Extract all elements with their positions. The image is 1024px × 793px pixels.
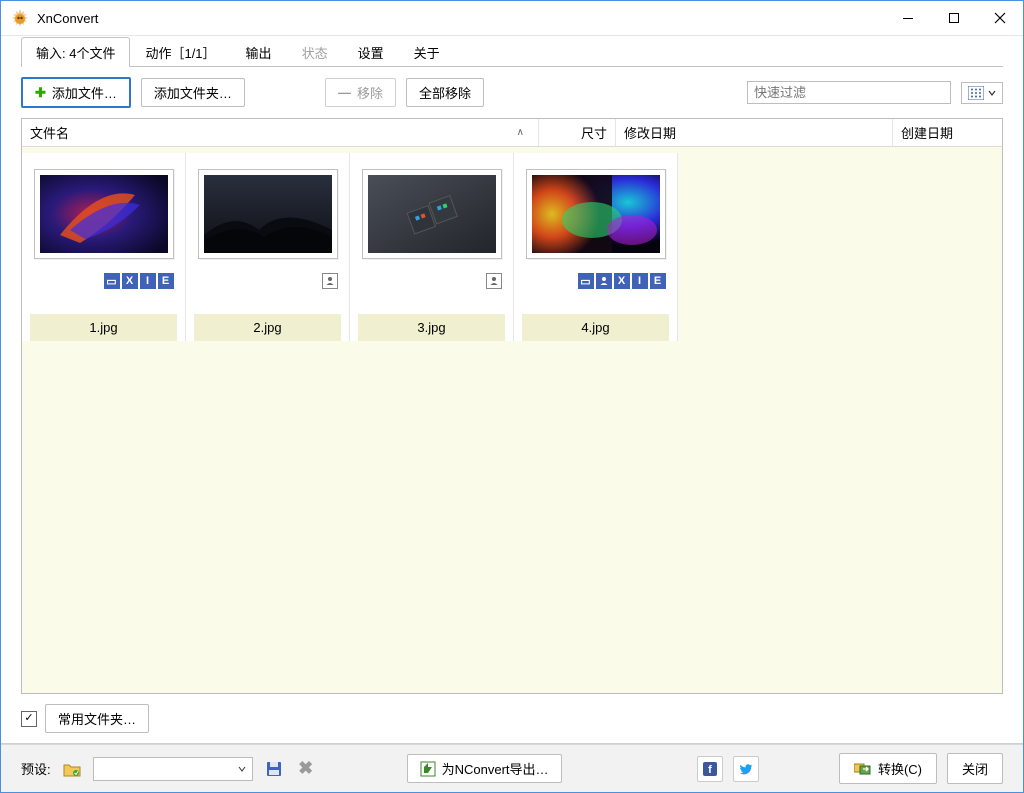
app-icon [11, 9, 29, 27]
tab-settings[interactable]: 设置 [343, 37, 399, 67]
badge-x-icon: X [122, 273, 138, 289]
toolbar: ✚ 添加文件… 添加文件夹… — 移除 全部移除 [1, 67, 1023, 118]
tab-input[interactable]: 输入: 4个文件 [21, 37, 130, 67]
tab-about[interactable]: 关于 [399, 37, 455, 67]
column-created-label: 创建日期 [901, 123, 953, 142]
view-mode-button[interactable] [961, 82, 1003, 104]
svg-text:f: f [708, 764, 712, 776]
app-window: XnConvert 输入: 4个文件 动作［1/1］ 输出 状态 设置 关于 ✚… [0, 0, 1024, 793]
window-controls [885, 1, 1023, 35]
close-app-button[interactable]: 关闭 [947, 753, 1003, 784]
facebook-icon[interactable]: f [697, 756, 723, 782]
export-nconvert-label: 为NConvert导出… [442, 759, 549, 778]
close-label: 关闭 [962, 759, 988, 778]
thumb-card[interactable]: 2.jpg [186, 153, 350, 341]
column-modified-label: 修改日期 [624, 123, 676, 142]
remove-all-label: 全部移除 [419, 83, 471, 102]
remove-label: 移除 [357, 83, 383, 102]
open-preset-icon[interactable] [61, 758, 83, 780]
thumbnail-image [40, 175, 168, 253]
column-created[interactable]: 创建日期 [893, 119, 1002, 146]
badge-i-icon: I [140, 273, 156, 289]
thumbnail-image [368, 175, 496, 253]
badge-minus-icon: ▭ [104, 273, 120, 289]
minimize-button[interactable] [885, 1, 931, 35]
export-icon [420, 761, 436, 777]
add-folder-label: 添加文件夹… [154, 83, 232, 102]
add-files-label: 添加文件… [52, 83, 117, 102]
column-size-label: 尺寸 [581, 123, 607, 142]
convert-label: 转换(C) [878, 759, 922, 778]
tab-actions[interactable]: 动作［1/1］ [130, 37, 230, 67]
thumb-card[interactable]: ▭ X I E 4.jpg [514, 153, 678, 341]
app-title: XnConvert [37, 11, 98, 26]
preset-label: 预设: [21, 759, 51, 778]
thumbs-area[interactable]: ▭ X I E 1.jpg [22, 147, 1002, 693]
preset-select[interactable] [93, 757, 253, 781]
column-filename-label: 文件名 [30, 123, 69, 142]
columns-header: 文件名 ∧ 尺寸 修改日期 创建日期 [22, 119, 1002, 147]
titlebar: XnConvert [1, 1, 1023, 36]
thumb-label: 1.jpg [30, 314, 177, 341]
badge-row: ▭ X I E [526, 273, 666, 289]
badge-row: ▭ X I E [34, 273, 174, 289]
hot-folders-label: 常用文件夹… [58, 709, 136, 728]
thumb-label: 3.jpg [358, 314, 505, 341]
chevron-down-icon [988, 86, 996, 100]
plus-icon: ✚ [35, 85, 46, 101]
thumb-frame [34, 169, 174, 259]
badge-person-icon [322, 273, 338, 289]
thumb-frame [526, 169, 666, 259]
thumb-frame [362, 169, 502, 259]
thumb-card[interactable]: ▭ X I E 1.jpg [22, 153, 186, 341]
tab-status[interactable]: 状态 [287, 37, 343, 67]
quick-filter-input[interactable] [747, 81, 951, 104]
chevron-down-icon [238, 765, 246, 773]
convert-button[interactable]: 转换(C) [839, 753, 937, 784]
save-preset-icon[interactable] [263, 758, 285, 780]
badge-e-icon: E [158, 273, 174, 289]
tab-bar: 输入: 4个文件 动作［1/1］ 输出 状态 设置 关于 [1, 36, 1023, 66]
minus-icon: — [338, 85, 351, 100]
badge-i-icon: I [632, 273, 648, 289]
column-modified[interactable]: 修改日期 [616, 119, 893, 146]
remove-button[interactable]: — 移除 [325, 78, 396, 107]
badge-row [198, 273, 338, 289]
add-files-button[interactable]: ✚ 添加文件… [21, 77, 131, 108]
export-nconvert-button[interactable]: 为NConvert导出… [407, 754, 562, 783]
badge-row [362, 273, 502, 289]
bottom-bar: 预设: ✖ 为NConvert导出… [1, 744, 1023, 792]
hot-folders-checkbox[interactable]: ✓ [21, 711, 37, 727]
grid-icon [968, 86, 984, 100]
badge-x-icon: X [614, 273, 630, 289]
column-filename[interactable]: 文件名 ∧ [22, 119, 539, 146]
add-folder-button[interactable]: 添加文件夹… [141, 78, 245, 107]
badge-person-icon [596, 273, 612, 289]
thumb-label: 2.jpg [194, 314, 341, 341]
hot-folders-row: ✓ 常用文件夹… [1, 694, 1023, 743]
thumbnail-image [532, 175, 660, 253]
column-size[interactable]: 尺寸 [539, 119, 616, 146]
hot-folders-button[interactable]: 常用文件夹… [45, 704, 149, 733]
badge-person-icon [486, 273, 502, 289]
badge-minus-icon: ▭ [578, 273, 594, 289]
sort-indicator-icon: ∧ [517, 127, 524, 138]
thumb-card[interactable]: 3.jpg [350, 153, 514, 341]
tab-output[interactable]: 输出 [231, 37, 287, 67]
thumb-label: 4.jpg [522, 314, 669, 341]
remove-all-button[interactable]: 全部移除 [406, 78, 484, 107]
maximize-button[interactable] [931, 1, 977, 35]
delete-preset-icon[interactable]: ✖ [295, 758, 317, 780]
thumbnail-image [204, 175, 332, 253]
convert-icon [854, 762, 872, 776]
file-pane: 文件名 ∧ 尺寸 修改日期 创建日期 [21, 118, 1003, 694]
badge-e-icon: E [650, 273, 666, 289]
close-button[interactable] [977, 1, 1023, 35]
twitter-icon[interactable] [733, 756, 759, 782]
thumb-frame [198, 169, 338, 259]
